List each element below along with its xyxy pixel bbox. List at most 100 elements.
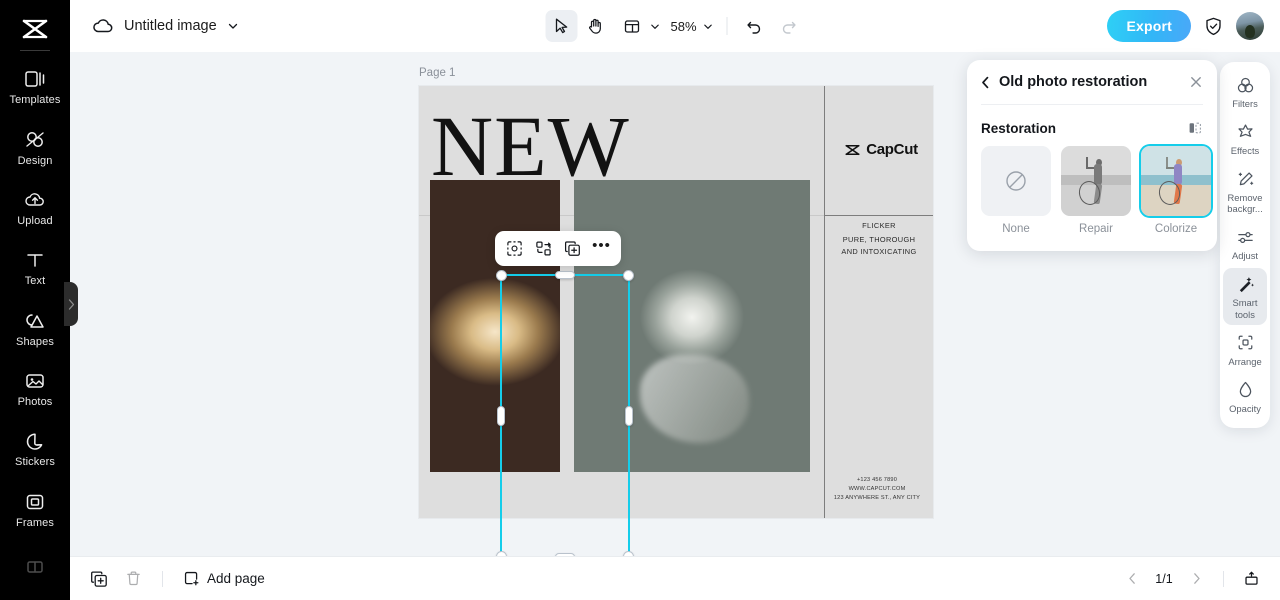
colorize-thumbnail <box>1141 146 1211 216</box>
right-tool-arrange[interactable]: Arrange <box>1223 327 1267 372</box>
restoration-section-title: Restoration <box>981 120 1057 136</box>
sidebar-item-text[interactable]: Text <box>0 238 70 298</box>
capcut-logo-icon[interactable] <box>20 12 50 45</box>
sidebar-label: Frames <box>16 516 54 529</box>
magic-wand-icon <box>1236 274 1255 294</box>
arrange-icon <box>1236 333 1255 353</box>
hand-icon <box>589 18 601 34</box>
panel-close-button[interactable] <box>1189 75 1203 89</box>
sidebar-item-stickers[interactable]: Stickers <box>0 419 70 479</box>
capcut-mark-icon <box>845 144 860 155</box>
design-text-line1: FLICKER <box>862 221 896 230</box>
text-icon <box>24 249 46 271</box>
tool-label: Adjust <box>1231 250 1259 262</box>
next-page-button[interactable] <box>1181 564 1211 594</box>
restoration-option-colorize[interactable]: Colorize <box>1141 146 1211 235</box>
panel-title: Old photo restoration <box>999 74 1148 90</box>
prev-page-button[interactable] <box>1117 564 1147 594</box>
redo-icon <box>782 21 796 34</box>
duplicate-icon <box>564 241 580 256</box>
add-page-icon <box>184 571 199 586</box>
layout-icon <box>24 556 46 578</box>
chevron-left-icon <box>982 76 989 88</box>
document-title[interactable]: Untitled image <box>124 18 217 34</box>
hand-tool-button[interactable] <box>580 10 612 42</box>
frames-icon <box>24 491 46 513</box>
panel-back-button[interactable] <box>979 76 992 89</box>
stickers-icon <box>24 430 46 452</box>
tool-label: Effects <box>1230 145 1260 157</box>
sidebar-label: Text <box>24 275 46 288</box>
sidebar-item-upload[interactable]: Upload <box>0 178 70 238</box>
sidebar-item-templates[interactable]: Templates <box>0 57 70 117</box>
design-canvas[interactable]: NEW CapCut FLICKER PURE, THOROUGH AND IN… <box>419 86 933 518</box>
sidebar-item-shapes[interactable]: Shapes <box>0 298 70 358</box>
design-icon <box>24 129 46 151</box>
restoration-section-header: Restoration <box>967 105 1217 146</box>
add-page-button[interactable]: Add page <box>177 570 271 587</box>
design-brand-logo[interactable]: CapCut <box>835 141 927 158</box>
ring-photo[interactable] <box>574 180 810 472</box>
canvas-guide-vertical <box>824 86 825 518</box>
replace-button[interactable] <box>530 235 557 262</box>
compare-split-icon[interactable] <box>1187 120 1203 136</box>
sidebar-label: Photos <box>17 395 53 408</box>
duplicate-page-button[interactable] <box>84 564 114 594</box>
restoration-option-repair[interactable]: Repair <box>1061 146 1131 235</box>
cloud-icon <box>92 17 114 35</box>
layout-tool-group[interactable] <box>614 10 663 42</box>
more-options-button[interactable]: ••• <box>588 235 615 262</box>
undo-button[interactable] <box>739 10 771 42</box>
right-tool-opacity[interactable]: Opacity <box>1223 374 1267 419</box>
zoom-control[interactable]: 58% <box>665 19 716 34</box>
design-phone: +123 456 7890 <box>856 477 898 483</box>
chevron-down-icon[interactable] <box>227 20 239 32</box>
sidebar-item-layout[interactable] <box>0 540 70 600</box>
sidebar-item-frames[interactable]: Frames <box>0 479 70 539</box>
upload-cloud-icon <box>24 189 46 211</box>
right-tool-adjust[interactable]: Adjust <box>1223 221 1267 266</box>
diamonds-photo[interactable] <box>430 180 560 472</box>
document-title-group[interactable]: Untitled image <box>70 17 239 35</box>
option-label: Repair <box>1079 223 1113 235</box>
present-button[interactable] <box>1236 564 1266 594</box>
duplicate-button[interactable] <box>559 235 586 262</box>
bottom-nav-divider <box>1223 570 1224 587</box>
crop-mask-button[interactable] <box>501 235 528 262</box>
sidebar-item-photos[interactable]: Photos <box>0 359 70 419</box>
right-tool-filters[interactable]: Filters <box>1223 69 1267 114</box>
sidebar-collapse-toggle[interactable] <box>64 282 78 326</box>
export-button[interactable]: Export <box>1107 10 1191 42</box>
delete-page-button[interactable] <box>118 564 148 594</box>
design-text-line3: AND INTOXICATING <box>841 246 917 256</box>
sidebar-label: Design <box>17 154 53 167</box>
bottom-toolbar: Add page 1/1 <box>70 556 1280 600</box>
avatar[interactable] <box>1236 12 1264 40</box>
zoom-level-value[interactable]: 58% <box>667 19 701 34</box>
right-tool-smart-tools[interactable]: Smart tools <box>1223 268 1267 325</box>
trash-icon <box>126 571 140 586</box>
old-photo-restoration-panel: Old photo restoration Restoration None R… <box>967 60 1217 251</box>
sidebar-item-design[interactable]: Design <box>0 117 70 177</box>
topbar-actions: Export <box>1107 10 1264 42</box>
panel-header: Old photo restoration <box>967 60 1217 104</box>
design-footer-text[interactable]: +123 456 7890 WWW.CAPCUT.COM 123 ANYWHER… <box>823 476 931 503</box>
shield-check-icon[interactable] <box>1203 16 1224 37</box>
design-right-text[interactable]: FLICKER PURE, THOROUGH AND INTOXICATING <box>827 220 931 257</box>
restoration-option-none[interactable]: None <box>981 146 1051 235</box>
photos-icon <box>24 370 46 392</box>
zoom-chevron-down-icon[interactable] <box>703 21 714 32</box>
design-headline[interactable]: NEW <box>431 103 630 189</box>
right-tool-effects[interactable]: Effects <box>1223 116 1267 161</box>
replace-icon <box>536 241 551 256</box>
beach-photo-gray <box>1061 146 1131 216</box>
layout-tool-button[interactable] <box>616 10 648 42</box>
select-tool-button[interactable] <box>545 10 578 42</box>
canvas-guide-right-horizontal <box>824 215 933 216</box>
layout-chevron-down-icon[interactable] <box>650 21 661 32</box>
right-toolbar: Filters Effects Remove backgr... Adjust <box>1220 62 1270 428</box>
redo-button[interactable] <box>773 10 805 42</box>
page-label: Page 1 <box>419 67 456 79</box>
right-tool-remove-background[interactable]: Remove backgr... <box>1223 163 1267 219</box>
canvas-tools: 58% <box>545 10 805 42</box>
